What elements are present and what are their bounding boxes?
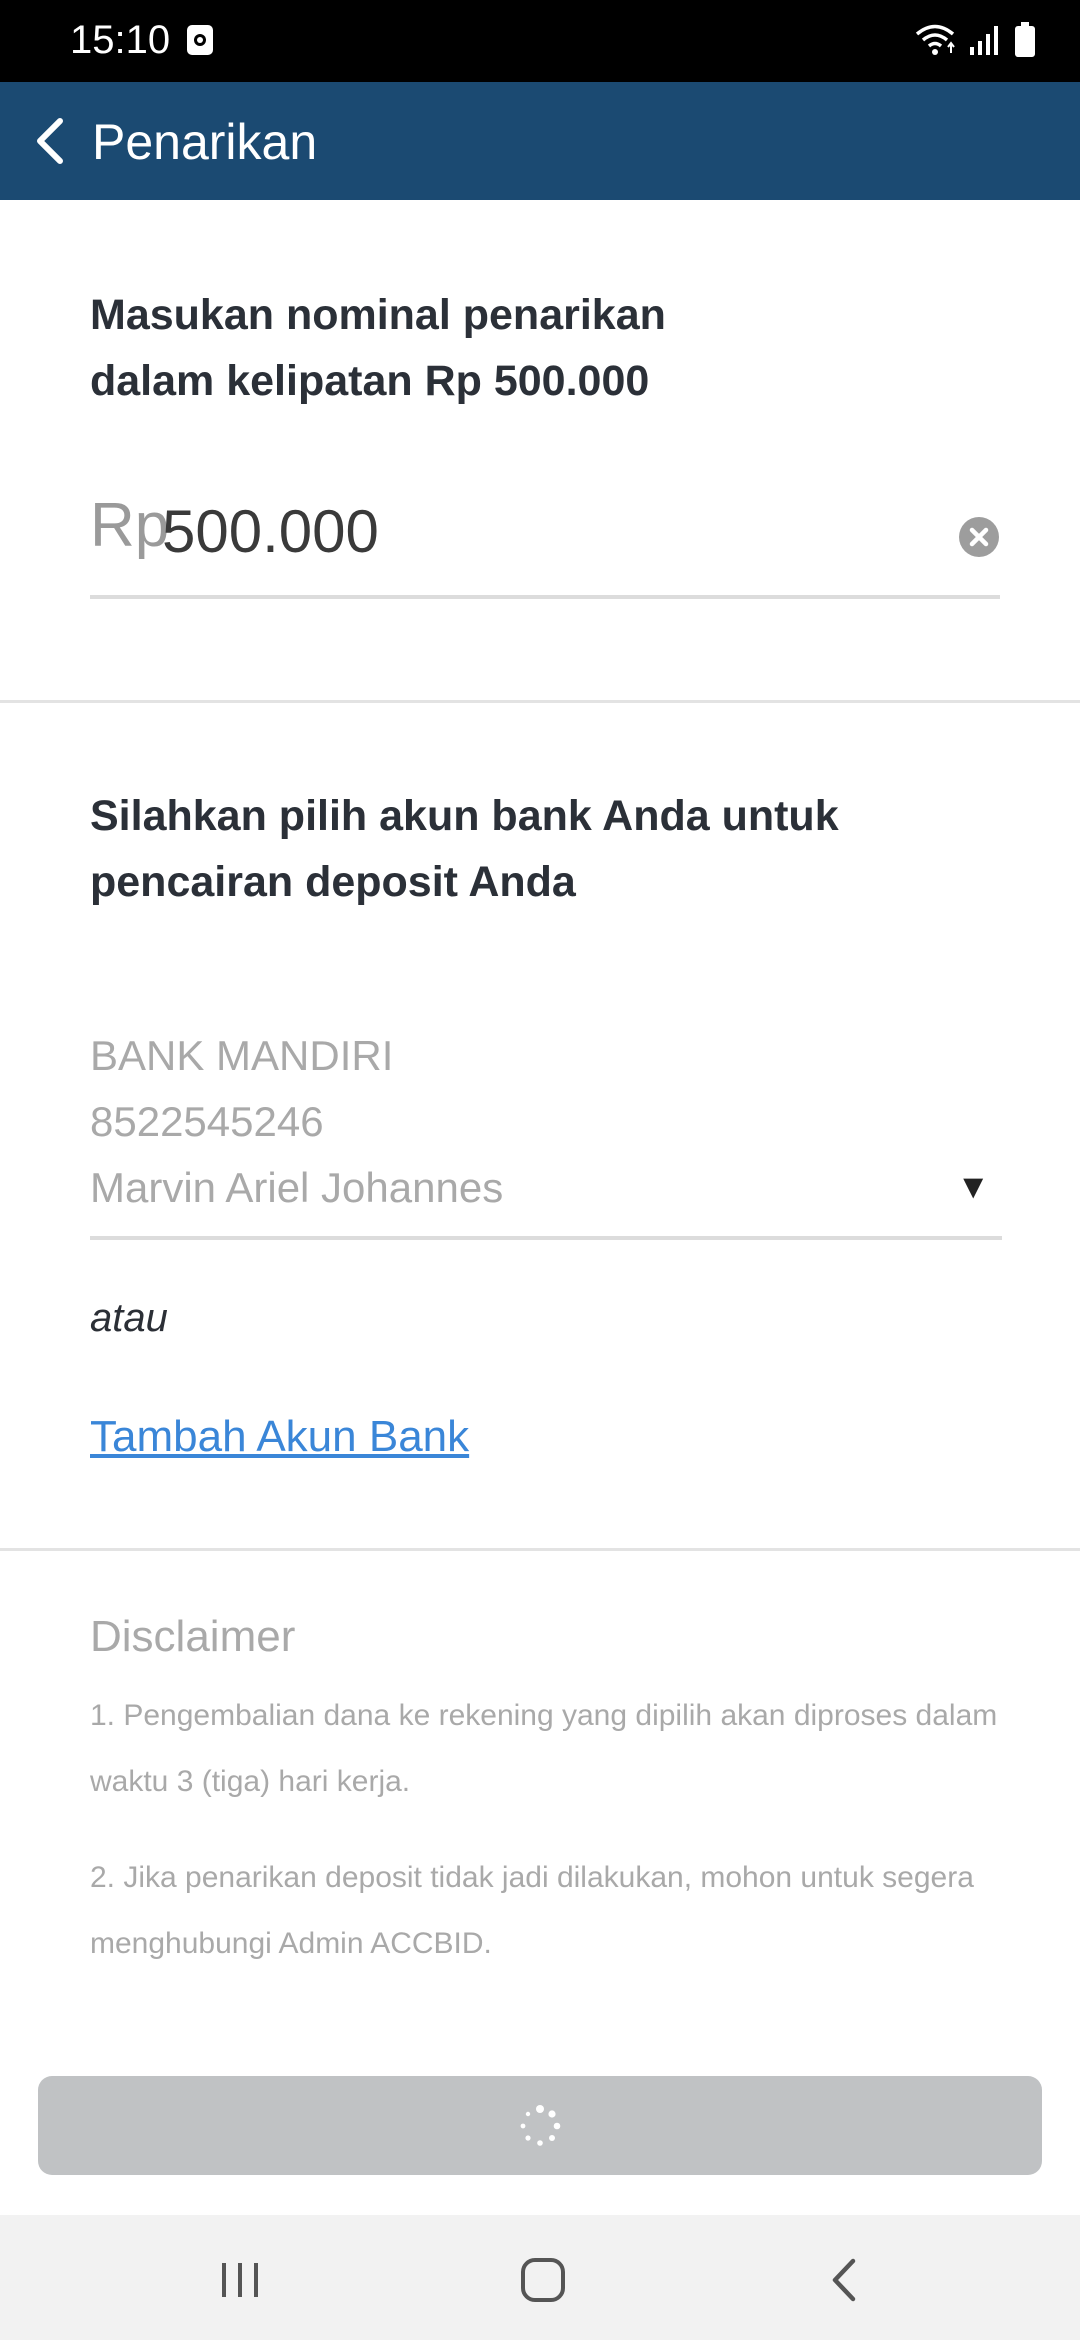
disclaimer-item-2: 2. Jika penarikan deposit tidak jadi dil… — [90, 1845, 1010, 1977]
section-divider — [0, 1548, 1080, 1551]
notification-icon — [187, 25, 213, 55]
disclaimer-title: Disclaimer — [90, 1612, 296, 1661]
status-bar: 15:10 — [0, 0, 1080, 82]
amount-value[interactable]: 500.000 — [162, 497, 379, 566]
battery-icon — [1015, 22, 1035, 57]
account-number: 8522545246 — [90, 1098, 324, 1145]
submit-button[interactable] — [38, 2076, 1042, 2175]
clear-circle-icon[interactable] — [958, 516, 1000, 558]
page-title: Penarikan — [92, 114, 318, 170]
status-time: 15:10 — [70, 18, 171, 62]
bank-heading-line2: pencairan deposit Anda — [90, 858, 576, 906]
wifi-icon — [915, 24, 955, 55]
recents-icon[interactable] — [210, 2255, 270, 2305]
disclaimer-item-1: 1. Pengembalian dana ke rekening yang di… — [90, 1683, 1010, 1815]
amount-heading: Masukan nominal penarikan dalam kelipata… — [90, 282, 990, 414]
home-icon[interactable] — [513, 2255, 573, 2305]
signal-icon — [970, 26, 998, 55]
nav-back-icon[interactable] — [815, 2255, 875, 2305]
amount-heading-line2: dalam kelipatan Rp 500.000 — [90, 357, 650, 405]
app-bar: Penarikan — [0, 82, 1080, 200]
bank-account-dropdown[interactable]: BANK MANDIRI 8522545246 Marvin Ariel Joh… — [90, 1022, 1002, 1240]
disclaimer-item-1-line1: 1. Pengembalian dana ke rekening yang di… — [90, 1699, 998, 1732]
loading-spinner-icon — [520, 2105, 561, 2146]
add-bank-account-link[interactable]: Tambah Akun Bank — [90, 1412, 469, 1462]
bank-heading-line1: Silahkan pilih akun bank Anda untuk — [90, 792, 839, 840]
system-nav-bar — [0, 2215, 1080, 2340]
disclaimer-item-2-line1: 2. Jika penarikan deposit tidak jadi dil… — [90, 1861, 974, 1894]
disclaimer-item-1-line2: waktu 3 (tiga) hari kerja. — [90, 1765, 411, 1798]
amount-input[interactable]: Rp 500.000 — [90, 480, 1000, 599]
back-arrow-icon[interactable] — [22, 111, 82, 171]
account-holder: Marvin Ariel Johannes — [90, 1164, 504, 1211]
disclaimer-item-2-line2: menghubungi Admin ACCBID. — [90, 1927, 492, 1960]
bank-heading: Silahkan pilih akun bank Anda untuk penc… — [90, 783, 990, 915]
or-text: atau — [90, 1296, 168, 1340]
status-icons — [914, 20, 1036, 60]
bank-name: BANK MANDIRI — [90, 1032, 394, 1079]
amount-heading-line1: Masukan nominal penarikan — [90, 291, 666, 339]
dropdown-arrow-icon[interactable]: ▼ — [956, 1168, 990, 1207]
section-divider — [0, 700, 1080, 703]
currency-prefix: Rp — [90, 491, 170, 560]
